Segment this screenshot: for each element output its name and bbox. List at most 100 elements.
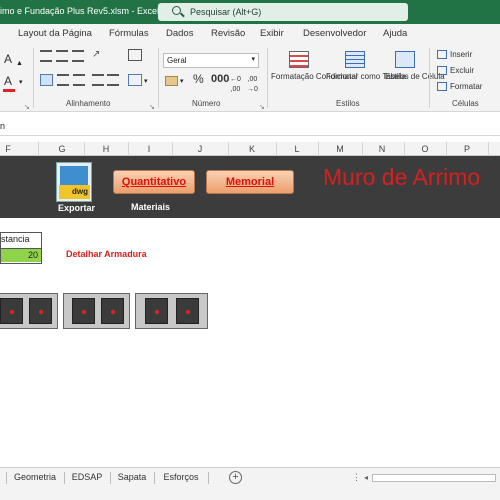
thousands-button[interactable]: 000	[211, 74, 229, 85]
insert-button[interactable]: Inserir	[450, 50, 472, 60]
format-icon	[437, 82, 447, 91]
dwg-logo-text: dwg	[59, 185, 90, 199]
reinforcement-block	[0, 293, 58, 329]
search-box[interactable]: Pesquisar (Alt+G)	[158, 3, 408, 21]
search-icon	[172, 6, 181, 15]
ribbon-tabs: Layout da Página Fórmulas Dados Revisão …	[0, 24, 500, 44]
chevron-up-icon: ▲	[16, 60, 23, 67]
currency-icon[interactable]	[165, 76, 178, 86]
tab-desenvolvedor[interactable]: Desenvolvedor	[303, 28, 366, 39]
delete-icon	[437, 66, 447, 75]
reinforcement-block	[63, 293, 130, 329]
column-header[interactable]: I	[148, 144, 151, 154]
sheet-tab-sapata[interactable]: Sapata	[112, 469, 152, 487]
detail-reinforcement-link[interactable]: Detalhar Armadura	[66, 249, 147, 259]
dwg-sheet-icon	[60, 166, 88, 186]
materials-label[interactable]: Materiais	[131, 202, 170, 212]
align-middle-icon[interactable]	[56, 50, 68, 62]
orientation-icon[interactable]: ↗	[92, 49, 100, 60]
rebar-cell[interactable]	[145, 298, 168, 324]
column-header[interactable]: N	[379, 144, 386, 154]
separator	[33, 48, 34, 108]
percent-button[interactable]: %	[193, 73, 204, 85]
align-bottom-icon[interactable]	[72, 50, 84, 62]
sheet-tab-esforcos[interactable]: Esforços	[156, 469, 206, 487]
reinforcement-block	[135, 293, 208, 329]
increase-indent-icon[interactable]	[107, 74, 119, 86]
align-center-icon[interactable]	[57, 74, 69, 86]
column-header[interactable]: J	[198, 144, 203, 154]
group-label-numero: Número	[192, 99, 221, 108]
increase-decimal-button[interactable]: ←0,00	[230, 75, 241, 95]
memorial-button[interactable]: Memorial	[206, 170, 294, 194]
dialog-launcher-icon[interactable]: ↘	[259, 103, 265, 111]
column-header[interactable]: F	[5, 144, 11, 154]
export-label: Exportar	[58, 203, 96, 213]
cell-styles-button[interactable]: Estilos de Célula	[385, 72, 445, 82]
column-header[interactable]: O	[421, 144, 428, 154]
dwg-export-icon[interactable]: dwg	[56, 162, 92, 202]
align-left-icon[interactable]	[40, 74, 53, 86]
tab-dados[interactable]: Dados	[166, 28, 193, 39]
tab-revisao[interactable]: Revisão	[211, 28, 245, 39]
wrap-text-icon[interactable]	[128, 49, 142, 61]
format-table-icon	[345, 51, 365, 68]
sheet-tab-edsap[interactable]: EDSAP	[66, 469, 108, 487]
distance-value[interactable]: 20	[1, 248, 41, 262]
number-format-value: Geral	[167, 56, 187, 65]
column-header[interactable]: P	[464, 144, 470, 154]
formula-bar[interactable]: n	[0, 117, 500, 136]
rebar-cell[interactable]	[101, 298, 124, 324]
tab-ajuda[interactable]: Ajuda	[383, 28, 407, 39]
distance-table: stancia 20	[0, 232, 42, 264]
rebar-cell[interactable]	[176, 298, 199, 324]
format-table-button[interactable]: Formatar como Tabela	[326, 72, 406, 82]
font-color-bar-icon	[3, 89, 15, 92]
add-sheet-icon[interactable]: +	[229, 471, 242, 484]
group-label-celulas: Células	[452, 99, 479, 108]
tab-layout[interactable]: Layout da Página	[18, 28, 92, 39]
align-top-icon[interactable]	[40, 50, 52, 62]
dialog-launcher-icon[interactable]: ↘	[24, 103, 30, 111]
column-header[interactable]: H	[103, 144, 110, 154]
group-label-alinhamento: Alinhamento	[66, 99, 111, 108]
chevron-down-icon[interactable]: ▾	[180, 77, 184, 85]
separator	[267, 48, 268, 108]
tab-exibir[interactable]: Exibir	[260, 28, 284, 39]
horizontal-scrollbar[interactable]	[372, 474, 496, 482]
chevron-down-icon[interactable]: ▾	[19, 78, 23, 86]
chevron-down-icon[interactable]: ▾	[144, 77, 148, 85]
scroll-left-icon[interactable]: ◂	[364, 473, 368, 482]
rebar-cell[interactable]	[72, 298, 95, 324]
rebar-cell[interactable]	[0, 298, 23, 324]
sheet-title: Muro de Arrimo	[323, 164, 481, 190]
align-right-icon[interactable]	[73, 74, 85, 86]
tab-formulas[interactable]: Fórmulas	[109, 28, 149, 39]
insert-icon	[437, 50, 447, 59]
decrease-decimal-button[interactable]: ,00 →0	[247, 75, 258, 95]
more-options-icon[interactable]: ⋮	[352, 472, 361, 483]
sheet-tabs: Geometria EDSAP Sapata Esforços + ⋮ ◂	[0, 467, 500, 487]
merge-center-icon[interactable]	[128, 74, 142, 86]
distance-header: stancia	[1, 234, 30, 244]
number-format-select[interactable]: Geral ▾	[163, 53, 259, 68]
column-headers: F G H I J K L M N O P	[0, 142, 500, 156]
conditional-format-button[interactable]: Formatação Condicional	[271, 72, 358, 82]
font-color-button[interactable]: A	[4, 75, 12, 87]
column-header[interactable]: K	[249, 144, 255, 154]
title-bar: imo e Fundação Plus Rev5.xlsm - Excel Pe…	[0, 0, 500, 24]
delete-button[interactable]: Excluir	[450, 66, 474, 76]
sheet-tab-geometria[interactable]: Geometria	[8, 469, 62, 487]
dialog-launcher-icon[interactable]: ↘	[149, 103, 155, 111]
font-size-increase-button[interactable]: A	[4, 53, 12, 65]
decrease-indent-icon[interactable]	[92, 74, 104, 86]
quantitativo-button[interactable]: Quantitativo	[113, 170, 195, 194]
separator	[429, 48, 430, 108]
column-header[interactable]: G	[58, 144, 65, 154]
window-title: imo e Fundação Plus Rev5.xlsm - Excel	[0, 6, 160, 16]
status-bar	[0, 487, 500, 500]
column-header[interactable]: M	[336, 144, 344, 154]
column-header[interactable]: L	[294, 144, 299, 154]
rebar-cell[interactable]	[29, 298, 52, 324]
format-button[interactable]: Formatar	[450, 82, 482, 92]
